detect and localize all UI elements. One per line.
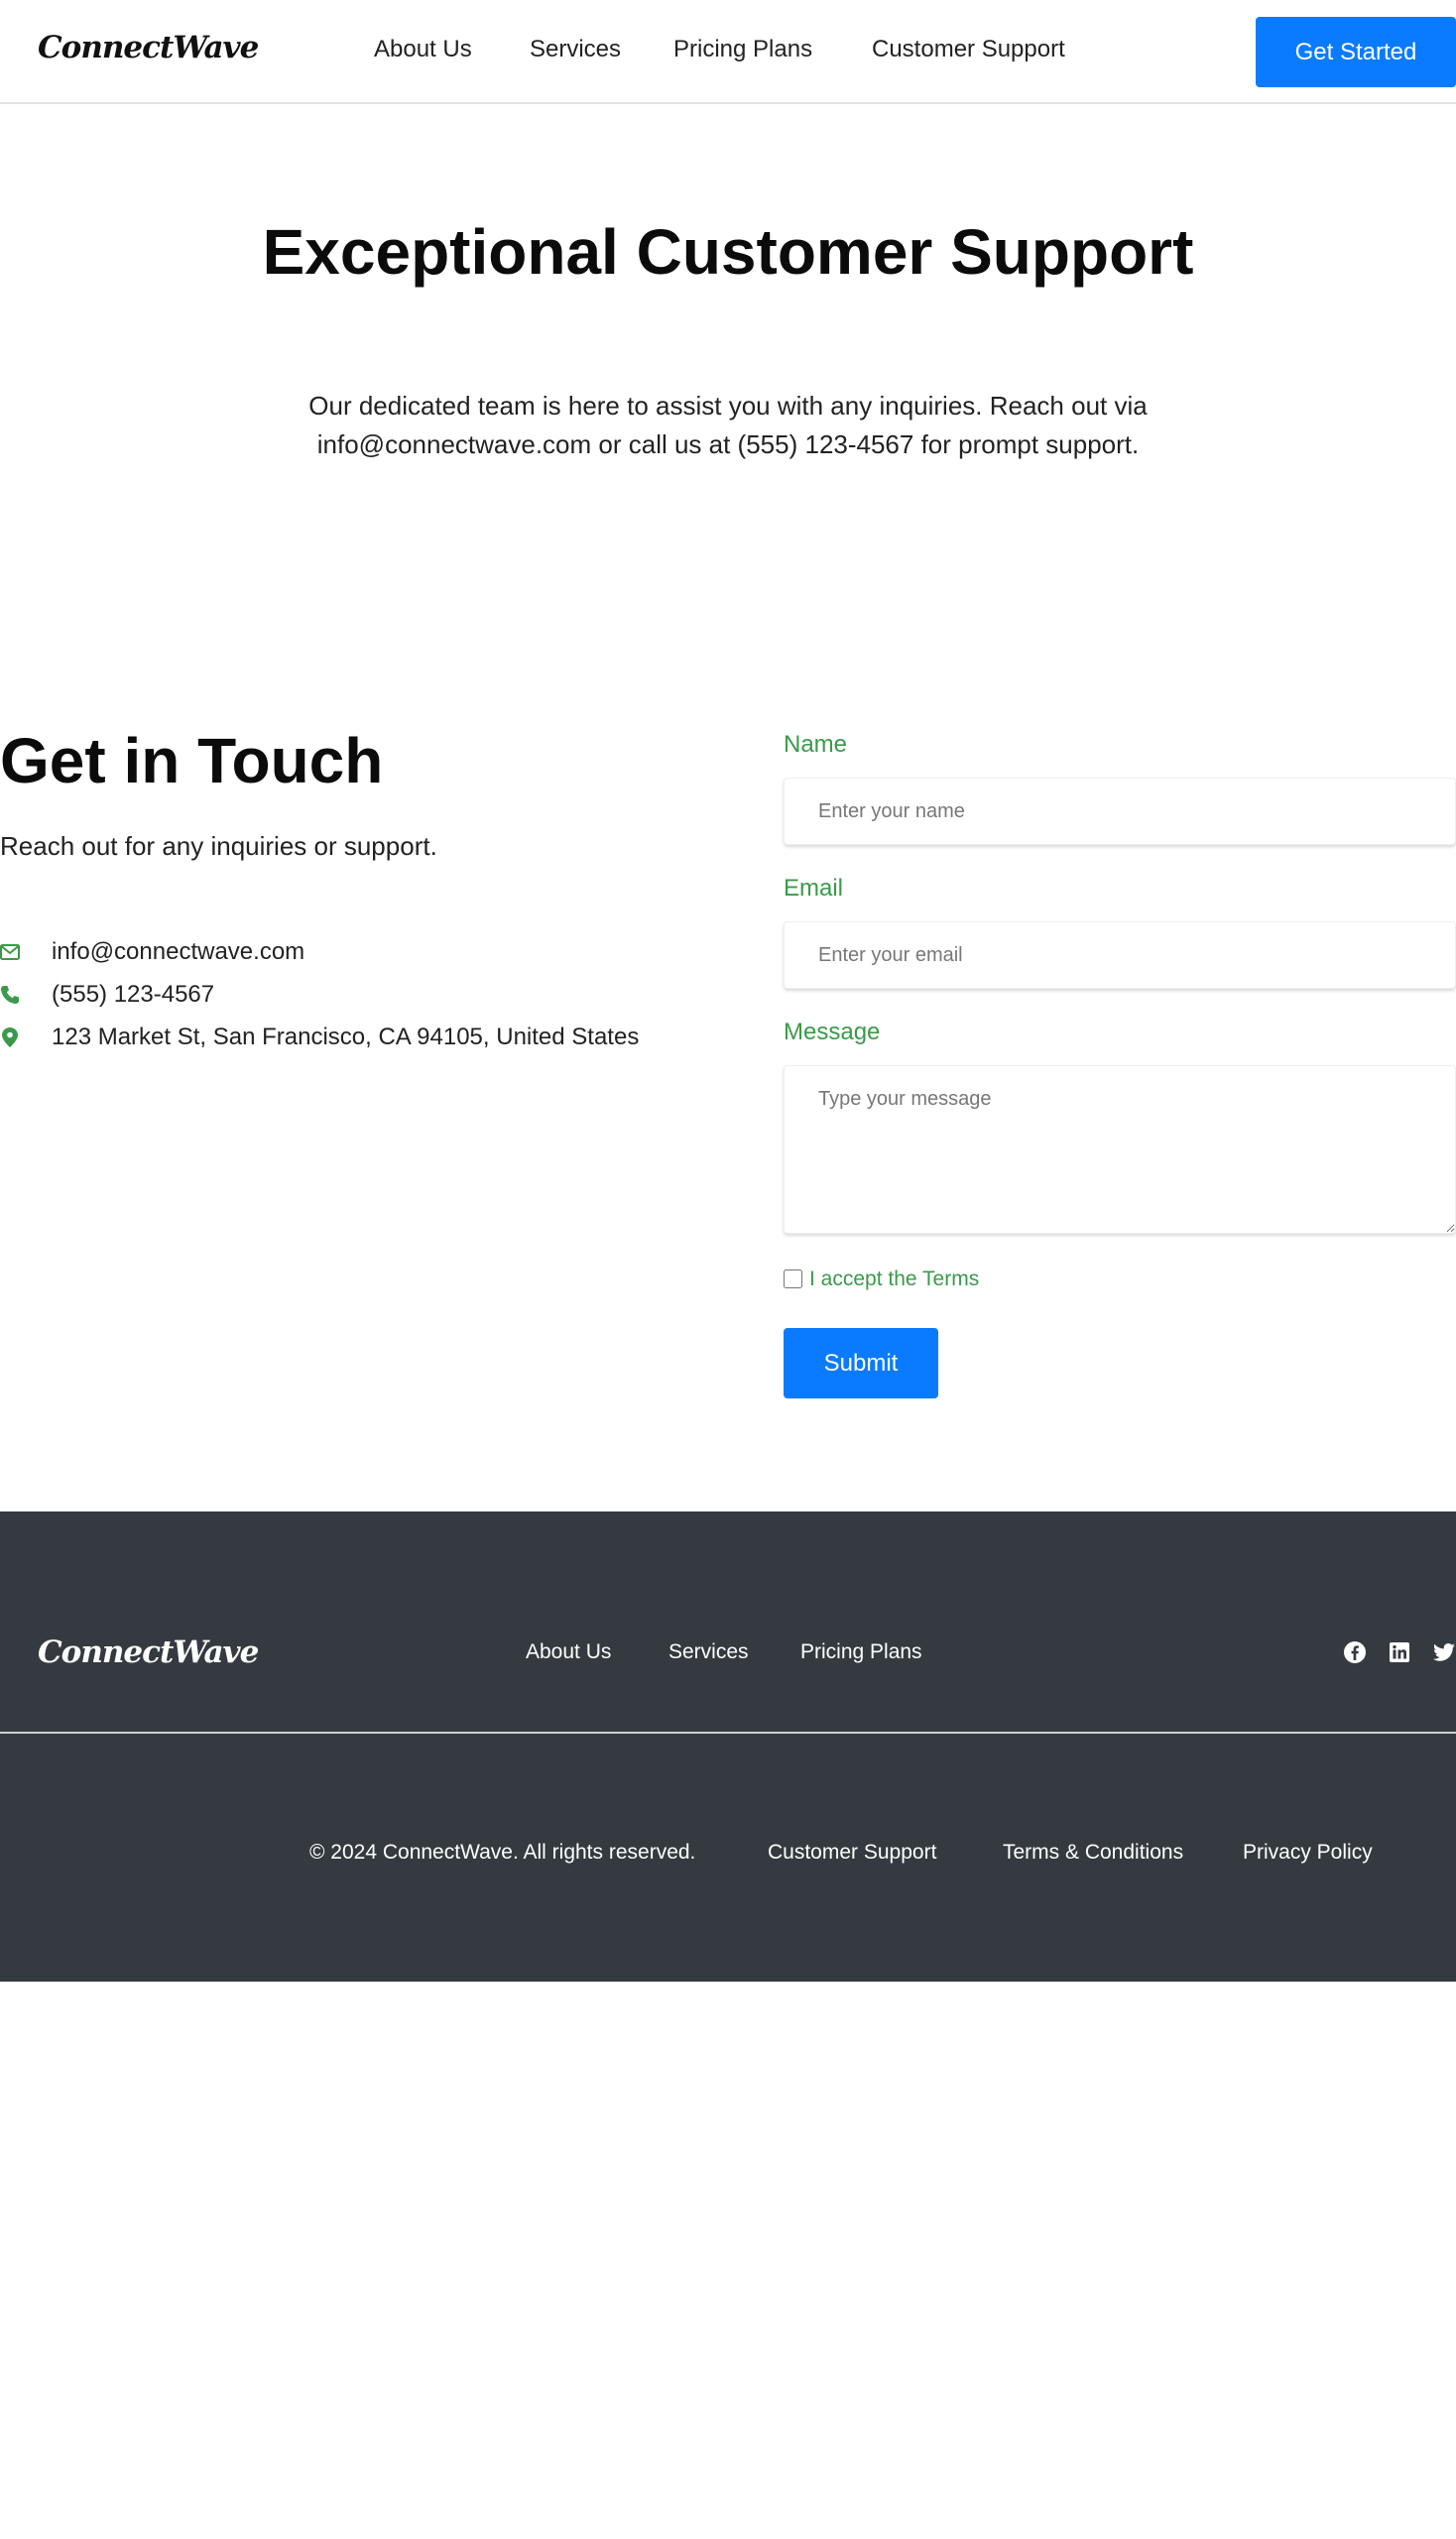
footer-divider	[0, 1732, 1456, 1734]
nav-services[interactable]: Services	[530, 36, 621, 63]
footer-link-customer-support[interactable]: Customer Support	[768, 1841, 936, 1865]
contact-address-row: 123 Market St, San Francisco, CA 94105, …	[0, 1023, 639, 1052]
footer-nav-about-us[interactable]: About Us	[526, 1640, 611, 1664]
site-header: ConnectWave About Us Services Pricing Pl…	[0, 0, 1456, 104]
phone-icon	[0, 985, 20, 1005]
name-input[interactable]	[784, 778, 1456, 845]
get-started-button[interactable]: Get Started	[1256, 17, 1456, 87]
message-label: Message	[784, 1019, 881, 1045]
get-in-touch-heading: Get in Touch	[0, 725, 384, 796]
contact-email[interactable]: info@connectwave.com	[52, 938, 304, 966]
linkedin-icon[interactable]	[1388, 1640, 1411, 1664]
terms-label[interactable]: I accept the Terms	[809, 1268, 979, 1291]
hero-description: Our dedicated team is here to assist you…	[308, 391, 1148, 459]
facebook-icon[interactable]	[1343, 1640, 1367, 1664]
nav-pricing-plans[interactable]: Pricing Plans	[673, 36, 812, 63]
name-label: Name	[784, 731, 848, 758]
site-footer: ConnectWave About Us Services Pricing Pl…	[0, 1511, 1456, 1982]
get-in-touch-subtitle: Reach out for any inquiries or support.	[0, 831, 437, 861]
contact-phone-row: (555) 123-4567	[0, 980, 214, 1010]
main-nav: About Us Services Pricing Plans Customer…	[0, 0, 1456, 102]
terms-checkbox[interactable]	[784, 1270, 802, 1288]
page-title: Exceptional Customer Support	[262, 216, 1194, 288]
contact-phone[interactable]: (555) 123-4567	[52, 981, 214, 1009]
footer-nav-pricing-plans[interactable]: Pricing Plans	[800, 1640, 922, 1664]
email-label: Email	[784, 875, 844, 902]
copyright-text: © 2024 ConnectWave. All rights reserved.	[309, 1841, 696, 1864]
contact-email-row: info@connectwave.com	[0, 937, 304, 967]
envelope-icon	[0, 942, 20, 962]
message-textarea[interactable]	[784, 1065, 1456, 1234]
nav-customer-support[interactable]: Customer Support	[872, 36, 1065, 63]
email-input[interactable]	[784, 921, 1456, 989]
footer-link-terms[interactable]: Terms & Conditions	[1003, 1841, 1183, 1865]
map-pin-icon	[0, 1028, 20, 1047]
nav-about-us[interactable]: About Us	[374, 36, 472, 63]
footer-link-privacy-policy[interactable]: Privacy Policy	[1243, 1841, 1373, 1865]
submit-button[interactable]: Submit	[784, 1328, 938, 1398]
footer-logo[interactable]: ConnectWave	[38, 1634, 259, 1670]
contact-address: 123 Market St, San Francisco, CA 94105, …	[52, 1024, 640, 1050]
twitter-icon[interactable]	[1432, 1640, 1456, 1664]
footer-nav-services[interactable]: Services	[668, 1640, 749, 1664]
